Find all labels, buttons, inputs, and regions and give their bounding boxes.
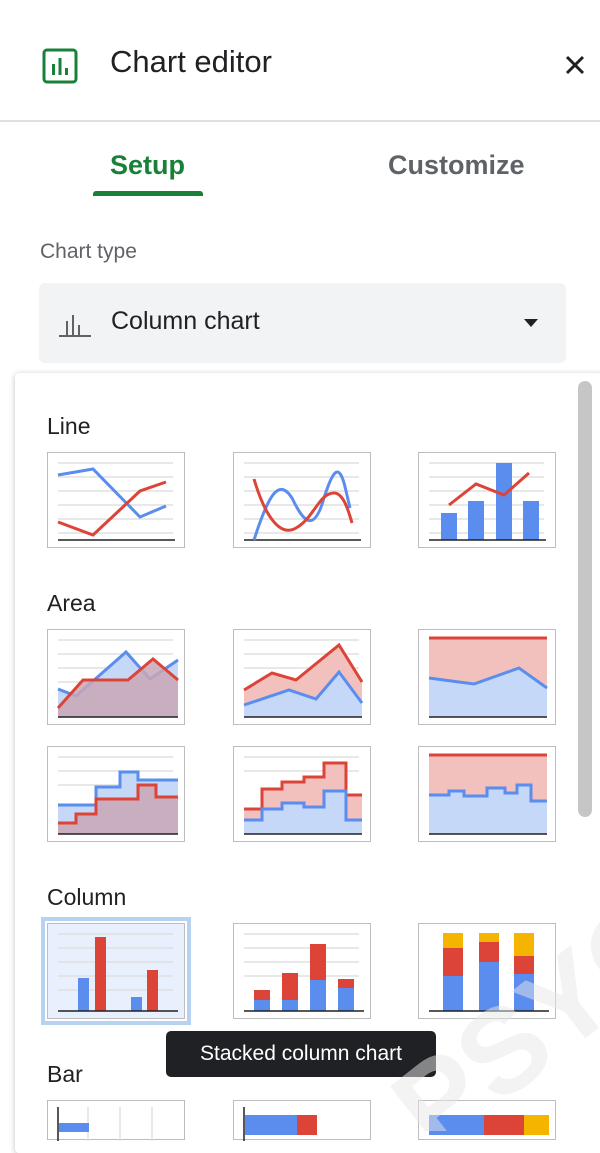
close-icon[interactable] [560, 50, 590, 80]
100-stacked-area-chart-option[interactable] [418, 629, 556, 725]
dropdown-arrow-icon [524, 319, 538, 327]
combo-chart-option[interactable] [418, 452, 556, 548]
section-label-line: Line [47, 413, 91, 439]
stacked-area-chart-option[interactable] [233, 629, 371, 725]
section-label-bar: Bar [47, 1061, 83, 1087]
stacked-stepped-area-chart-option[interactable] [233, 746, 371, 842]
column-chart-thumbnail [58, 933, 178, 1012]
chart-icon [42, 48, 78, 84]
stacked-bar-chart-option[interactable] [233, 1100, 371, 1141]
stepped-area-chart-thumbnail [58, 756, 178, 835]
100-stacked-column-chart-option[interactable] [418, 923, 556, 1019]
tab-customize[interactable]: Customize [388, 150, 525, 181]
area-chart-option[interactable] [47, 629, 185, 725]
100-stacked-area-chart-thumbnail [428, 636, 548, 718]
stacked-column-chart-thumbnail [244, 933, 364, 1012]
bar-chart-option[interactable] [47, 1100, 185, 1141]
stepped-area-chart-option[interactable] [47, 746, 185, 842]
tooltip: Stacked column chart [166, 1031, 436, 1077]
chart-type-select[interactable]: Column chart [39, 283, 566, 363]
section-label-column: Column [47, 884, 127, 910]
column-chart-option[interactable] [41, 917, 191, 1025]
line-chart-thumbnail [57, 462, 175, 541]
active-tab-indicator [93, 191, 203, 196]
line-chart-option[interactable] [47, 452, 185, 548]
tab-setup[interactable]: Setup [110, 150, 185, 181]
100-stacked-bar-chart-option[interactable] [418, 1100, 556, 1140]
chart-type-label: Chart type [40, 240, 137, 263]
smooth-line-chart-option[interactable] [233, 452, 371, 548]
area-chart-thumbnail [56, 639, 179, 718]
stacked-area-chart-thumbnail [243, 639, 364, 718]
section-label-area: Area [47, 590, 96, 616]
100-stacked-stepped-area-chart-thumbnail [429, 753, 547, 835]
bar-chart-thumbnail [57, 1107, 153, 1141]
100-stacked-bar-chart-thumbnail [429, 1115, 549, 1135]
chart-type-value: Column chart [111, 307, 260, 335]
column-chart-icon [59, 315, 91, 337]
stacked-column-chart-option[interactable] [233, 923, 371, 1019]
stacked-stepped-area-chart-thumbnail [244, 756, 362, 835]
100-stacked-stepped-area-chart-option[interactable] [418, 746, 556, 842]
panel-title: Chart editor [110, 44, 272, 79]
chart-editor-panel: Chart editor Setup Customize Chart type … [0, 0, 600, 1153]
menu-scrollbar[interactable] [578, 381, 592, 817]
stacked-bar-chart-thumbnail [243, 1107, 317, 1141]
combo-chart-thumbnail [429, 462, 546, 541]
chart-editor-header: Chart editor [0, 0, 600, 122]
100-stacked-column-chart-thumbnail [429, 933, 549, 1012]
smooth-line-chart-thumbnail [244, 462, 361, 541]
